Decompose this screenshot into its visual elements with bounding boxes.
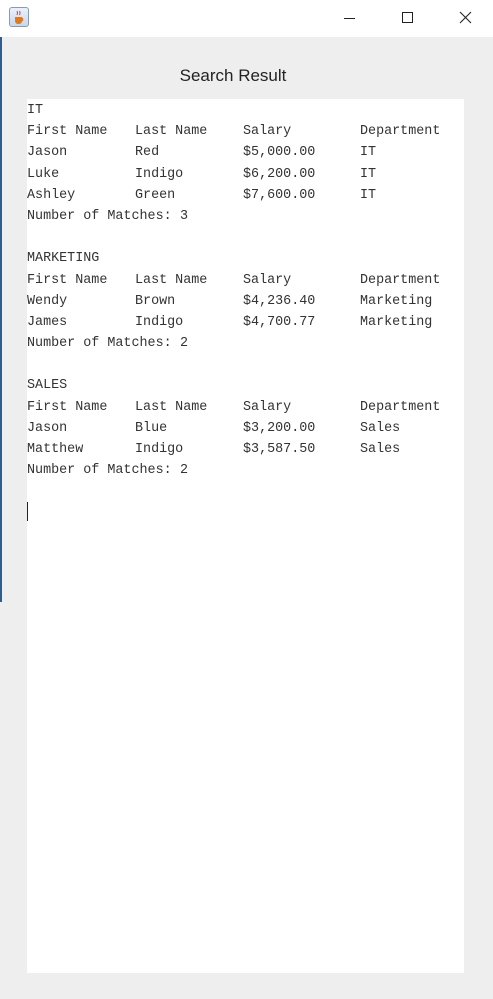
table-row: Jason Blue $3,200.00 Sales [27, 418, 400, 439]
table-row: Matthew Indigo $3,587.50 Sales [27, 439, 400, 460]
table-cell: IT [360, 166, 377, 182]
table-cell: Jason [27, 145, 68, 161]
table-cell: Indigo [135, 166, 184, 182]
table-cell: IT [360, 145, 377, 161]
table-cell: Marketing [360, 314, 433, 330]
table-cell: Sales [360, 442, 401, 457]
minimize-icon [344, 18, 355, 19]
match-count-label: Number of Matches: [27, 336, 180, 352]
table-row: Ashley Green $7,600.00 IT [27, 185, 376, 206]
table-cell: $4,236.40 [243, 293, 316, 309]
column-header: Department [360, 272, 441, 288]
match-count-label: Number of Matches: [27, 463, 180, 479]
table-cell: Sales [360, 420, 401, 436]
table-cell: $7,600.00 [243, 187, 316, 203]
table-cell: Marketing [360, 293, 433, 309]
table-row: Wendy Brown $4,236.40 Marketing [27, 291, 432, 312]
table-cell: Luke [27, 166, 60, 182]
dialog-title: Search Result [179, 66, 287, 85]
table-cell: Indigo [135, 314, 184, 330]
table-cell: Blue [135, 420, 168, 436]
results-content: IT First Name Last Name Salary Department Jas… [27, 100, 440, 481]
match-count-value: 3 [180, 208, 189, 224]
table-cell: $4,700.77 [243, 314, 316, 330]
table-cell: Matthew [27, 442, 84, 457]
column-header: Last Name [135, 272, 208, 288]
column-header: Salary [243, 272, 292, 288]
column-header: Salary [243, 124, 292, 140]
close-button[interactable] [436, 0, 493, 37]
column-header-row: First Name Last Name Salary Department [27, 270, 440, 291]
column-header: Last Name [135, 399, 208, 415]
group-heading: IT [27, 103, 44, 118]
title-bar [0, 0, 493, 37]
match-count-value: 2 [180, 336, 189, 352]
column-header-row: First Name Last Name Salary Department [27, 121, 440, 142]
table-cell: James [27, 314, 68, 330]
minimize-button[interactable] [320, 0, 378, 37]
table-cell: Green [135, 187, 176, 203]
column-header: First Name [27, 124, 108, 140]
table-cell: Ashley [27, 187, 76, 203]
table-cell: $3,587.50 [243, 442, 316, 457]
table-row: Luke Indigo $6,200.00 IT [27, 164, 376, 185]
match-count: Number of Matches: 2 [27, 460, 188, 481]
group-heading: MARKETING [27, 251, 100, 267]
maximize-button[interactable] [378, 0, 436, 37]
column-header: Salary [243, 399, 292, 415]
window-edge [0, 37, 2, 602]
group-heading: SALES [27, 378, 68, 394]
match-count-value: 2 [180, 463, 189, 479]
text-caret [27, 502, 28, 521]
match-count-label: Number of Matches: [27, 208, 180, 224]
match-count: Number of Matches: 3 [27, 206, 188, 227]
match-count: Number of Matches: 2 [27, 333, 188, 354]
close-icon [459, 11, 472, 24]
table-cell: IT [360, 187, 377, 203]
column-header-row: First Name Last Name Salary Department [27, 397, 440, 418]
table-cell: Jason [27, 420, 68, 436]
column-header: Department [360, 124, 441, 140]
table-row: Jason Red $5,000.00 IT [27, 142, 376, 163]
table-cell: $3,200.00 [243, 420, 316, 436]
table-cell: Red [135, 145, 160, 161]
column-header: First Name [27, 272, 108, 288]
column-header: Last Name [135, 124, 208, 140]
table-cell: Brown [135, 293, 176, 309]
results-text-area[interactable]: IT First Name Last Name Salary Department Jas… [27, 99, 464, 973]
table-cell: $5,000.00 [243, 145, 316, 161]
table-cell: Wendy [27, 293, 68, 309]
table-cell: $6,200.00 [243, 166, 316, 182]
maximize-icon [402, 12, 413, 23]
java-cup-icon [9, 7, 29, 27]
table-row: James Indigo $4,700.77 Marketing [27, 312, 432, 333]
column-header: Department [360, 399, 441, 415]
table-cell: Indigo [135, 442, 184, 457]
column-header: First Name [27, 399, 108, 415]
